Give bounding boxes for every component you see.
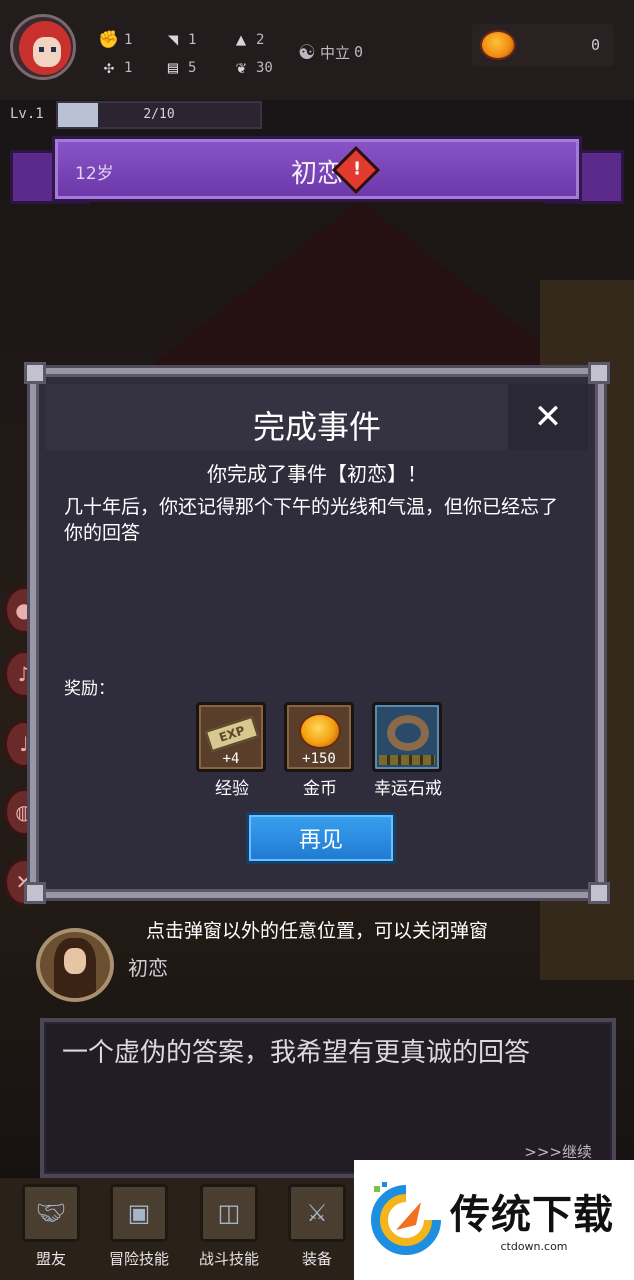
dialogue-box[interactable]: 一个虚伪的答案，我希望有更真诚的回答 >>>继续 xyxy=(40,1018,616,1178)
reward-label: 奖励： xyxy=(64,679,115,699)
rarity-stars xyxy=(379,755,435,765)
warning-glyph: ! xyxy=(352,158,362,180)
watermark: 传统下载 ctdown.com xyxy=(354,1160,634,1280)
wizard-hat-icon: ▲ xyxy=(235,30,247,50)
exp-badge: EXP xyxy=(217,723,247,745)
reward-qty: +4 xyxy=(222,751,240,767)
nav-label: 冒险技能 xyxy=(108,1250,169,1268)
reward-name: 金币 xyxy=(303,779,337,799)
stat-strength[interactable]: ✊ 1 xyxy=(98,30,132,50)
avatar-face xyxy=(33,37,61,67)
dialog-corner xyxy=(588,882,610,904)
reward-slot xyxy=(372,702,442,772)
ring-icon xyxy=(387,715,429,751)
stat-value: 5 xyxy=(188,60,197,76)
nav-equipment[interactable]: ⚔ 装备 xyxy=(278,1184,356,1269)
coin-value: 0 xyxy=(590,36,600,54)
event-banner: 12岁 初恋 ! xyxy=(52,136,582,202)
alignment-value: 0 xyxy=(353,43,363,61)
avatar-eye-right xyxy=(51,47,56,52)
alignment-indicator[interactable]: ☯ 中立 0 xyxy=(298,40,363,64)
top-hud: ✊ 1 ◥ 1 ▲ 2 ✣ 1 ▤ 5 ❦ 30 ☯ 中立 0 0 xyxy=(0,0,634,100)
crossed-swords-icon: ⚔ xyxy=(288,1184,346,1242)
dialogue-text: 一个虚伪的答案，我希望有更真诚的回答 xyxy=(62,1038,531,1068)
dialog-corner xyxy=(24,882,46,904)
clover-icon: ✣ xyxy=(103,58,115,78)
alignment-label: 中立 xyxy=(319,43,350,62)
stat-value: 2 xyxy=(256,32,265,48)
avatar-eye-left xyxy=(39,47,44,52)
fist-icon: ✊ xyxy=(98,30,120,50)
stat-value: 1 xyxy=(124,32,133,48)
stat-intelligence[interactable]: ▤ 5 xyxy=(162,58,197,78)
watermark-url-row: ctdown.com xyxy=(450,1240,618,1253)
watermark-title: 传统下载 xyxy=(450,1192,614,1238)
reward-slot: EXP +4 xyxy=(196,702,266,772)
gold-coin-icon xyxy=(299,713,341,749)
yin-yang-icon: ☯ xyxy=(298,40,316,64)
stat-magic[interactable]: ▲ 2 xyxy=(230,30,265,50)
music-note-icon: ♪ xyxy=(17,662,31,686)
stat-luck[interactable]: ✣ 1 xyxy=(98,58,133,78)
npc-face xyxy=(64,948,86,974)
exp-bar: 2/10 xyxy=(56,101,262,129)
stat-value: 30 xyxy=(256,60,273,76)
nav-label: 装备 xyxy=(301,1250,332,1268)
spellbook-icon: ▣ xyxy=(110,1184,168,1242)
exp-text: 2/10 xyxy=(143,107,175,122)
reward-slot: +150 xyxy=(284,702,354,772)
event-complete-dialog: 完成事件 ✕ 你完成了事件【初恋】！ 几十年后，你还记得那个下午的光线和气温，但… xyxy=(24,362,610,904)
watermark-url: ctdown.com xyxy=(494,1240,574,1253)
backpack-icon: ◫ xyxy=(200,1184,258,1242)
dialog-title: 完成事件 xyxy=(252,408,381,446)
goodbye-label: 再见 xyxy=(298,828,343,853)
continue-prompt[interactable]: >>>继续 xyxy=(524,1141,592,1162)
leaf-icon: ❦ xyxy=(235,58,247,78)
coin-counter[interactable]: 0 xyxy=(472,24,614,66)
dialog-corner xyxy=(24,362,46,384)
nav-allies[interactable]: 🤝︎ 盟友 xyxy=(12,1184,90,1269)
reward-name: 经验 xyxy=(215,779,249,799)
stat-spirit[interactable]: ❦ 30 xyxy=(230,58,273,78)
goodbye-button[interactable]: 再见 xyxy=(246,812,396,864)
npc-name: 初恋 xyxy=(128,956,168,980)
reward-gold[interactable]: +150 金币 xyxy=(284,702,356,799)
handshake-icon: 🤝︎ xyxy=(22,1184,80,1242)
dialog-header: 完成事件 xyxy=(46,384,588,450)
dialog-subtitle: 你完成了事件【初恋】！ xyxy=(207,462,427,486)
reward-exp[interactable]: EXP +4 经验 xyxy=(196,702,268,799)
nav-label: 盟友 xyxy=(35,1250,66,1268)
dialog-corner xyxy=(588,362,610,384)
close-icon: ✕ xyxy=(533,397,563,437)
player-avatar[interactable] xyxy=(10,14,76,80)
music-note-icon: ♩ xyxy=(19,732,29,756)
exp-scroll-icon: EXP xyxy=(204,715,260,753)
nav-combat-skills[interactable]: ◫ 战斗技能 xyxy=(190,1184,268,1269)
nav-adventure-skills[interactable]: ▣ 冒险技能 xyxy=(100,1184,178,1269)
nav-label: 战斗技能 xyxy=(198,1250,259,1268)
close-button[interactable]: ✕ xyxy=(508,384,588,450)
feather-icon: ◥ xyxy=(167,30,179,50)
watermark-logo-icon xyxy=(371,1182,441,1255)
stat-value: 1 xyxy=(188,32,197,48)
player-level: Lv.1 xyxy=(10,106,44,122)
stat-value: 1 xyxy=(124,60,133,76)
event-title: 初恋 xyxy=(290,159,343,189)
npc-avatar xyxy=(36,928,114,1002)
reward-name: 幸运石戒 xyxy=(374,779,442,799)
book-icon: ▤ xyxy=(167,58,179,78)
stat-agility[interactable]: ◥ 1 xyxy=(162,30,197,50)
coin-icon xyxy=(480,30,516,60)
reward-qty: +150 xyxy=(302,751,336,767)
dialog-body-text: 几十年后，你还记得那个下午的光线和气温，但你已经忘了你的回答 xyxy=(64,496,559,544)
reward-ring[interactable]: 幸运石戒 xyxy=(372,702,444,799)
